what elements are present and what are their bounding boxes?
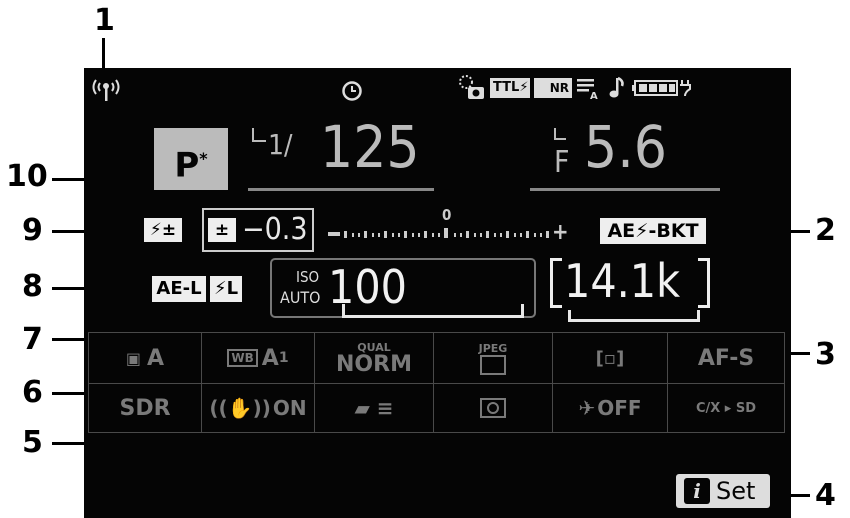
callout-9: 9: [22, 213, 43, 248]
wb-value: A: [261, 345, 279, 371]
focus-mode-cell[interactable]: AF-S: [667, 332, 785, 384]
metering-icon: [480, 398, 506, 418]
airplane-icon: ✈: [578, 396, 596, 420]
airplane-mode-cell[interactable]: ✈ OFF: [552, 383, 668, 433]
picture-control-cell[interactable]: ▣ A: [88, 332, 202, 384]
aperture-value[interactable]: 5.6: [584, 118, 667, 176]
shutter-speed[interactable]: 125: [320, 118, 420, 176]
mode-letter: P: [174, 145, 200, 186]
meter-plus-label: +: [552, 220, 569, 245]
aperture-lock-icon: [554, 128, 566, 140]
aperture-underline: [530, 188, 720, 191]
exposure-compensation-icon: ±: [208, 218, 236, 242]
iso-auto-label: AUTO: [280, 288, 321, 307]
callout-1: 1: [94, 3, 115, 38]
flash-compensation-icon: ⚡±: [144, 218, 182, 242]
vibration-reduction-cell[interactable]: ((✋)) ON: [201, 383, 315, 433]
tone-mode-value: SDR: [119, 395, 171, 421]
quality-value: NORM: [336, 351, 412, 377]
af-area-cell[interactable]: [▫]: [552, 332, 668, 384]
clock-icon: [341, 80, 363, 102]
memory-card-cell[interactable]: C/X ▸ SD: [667, 383, 785, 433]
white-balance-cell[interactable]: WB A 1: [201, 332, 315, 384]
active-d-lighting-icon: A: [576, 76, 600, 102]
fv-lock-badge: ⚡L: [210, 276, 242, 302]
remaining-bracket-left: [550, 258, 562, 308]
set-label: Set: [716, 477, 756, 505]
nr-label: NR: [549, 81, 569, 95]
metering-cell[interactable]: [433, 383, 553, 433]
image-size-cell[interactable]: JPEG: [433, 332, 553, 384]
callout-8: 8: [22, 269, 43, 304]
callout-2: 2: [815, 213, 836, 248]
bracketing-badge: AE⚡-BKT: [600, 218, 706, 244]
aperture-prefix: F: [554, 145, 570, 180]
vr-value: ON: [272, 396, 307, 420]
card-info-icon: C/X ▸ SD: [695, 400, 757, 416]
iso-bracket: [342, 304, 524, 318]
callout-7: 7: [22, 322, 43, 357]
remaining-underline: [568, 310, 700, 322]
fv-lock-letter: L: [226, 278, 239, 299]
battery-icon: [632, 78, 692, 98]
ae-lock-badge: AE-L: [152, 276, 206, 302]
vr-icon: ((✋)): [209, 396, 271, 420]
mode-star: *: [199, 149, 208, 168]
wireless-icon: [90, 76, 122, 102]
ttl-flash-icon: TTL⚡: [490, 78, 530, 98]
airplane-mode-value: OFF: [597, 396, 642, 420]
shutter-lock-icon: [252, 128, 266, 142]
shutter-underline: [248, 188, 434, 191]
callout-3: 3: [815, 337, 836, 372]
callout-4: 4: [815, 478, 836, 513]
location-icon: [456, 74, 486, 102]
wb-label: WB: [227, 349, 258, 367]
af-area-value: [▫]: [595, 347, 625, 369]
picture-control-icon: ▣: [125, 348, 142, 368]
shutter-prefix: 1/: [268, 128, 293, 161]
image-size-label: JPEG: [478, 341, 508, 355]
shooting-mode-badge[interactable]: P*: [154, 128, 228, 190]
camera-info-display: TTL⚡ NR A P* 1/ 125 F 5.6 ⚡± ± −0.3 0 + …: [84, 68, 791, 518]
iso-label: ISO: [296, 268, 320, 286]
focus-mode-value: AF-S: [697, 345, 755, 371]
remaining-bracket-right: [698, 258, 710, 308]
note-icon: [608, 76, 626, 100]
picture-control-value: A: [147, 345, 165, 371]
camera-settings-icon: ▰ ≡: [354, 396, 394, 420]
callout-10: 10: [6, 159, 48, 194]
remaining-exposures: 14.1k: [564, 254, 681, 308]
long-exposure-nr-icon: NR: [534, 78, 572, 98]
image-quality-cell[interactable]: QUAL NORM: [314, 332, 434, 384]
svg-text:A: A: [590, 91, 598, 100]
exposure-compensation-value: −0.3: [242, 212, 308, 247]
i-set-button[interactable]: i Set: [676, 474, 770, 508]
callout-6: 6: [22, 375, 43, 410]
custom-controls-cell[interactable]: ▰ ≡: [314, 383, 434, 433]
image-size-icon: [480, 354, 506, 375]
info-icon: i: [684, 478, 710, 504]
tone-mode-cell[interactable]: SDR: [88, 383, 202, 433]
meter-zero-label: 0: [442, 206, 452, 224]
ttl-label: TTL: [493, 80, 520, 95]
callout-5: 5: [22, 425, 43, 460]
